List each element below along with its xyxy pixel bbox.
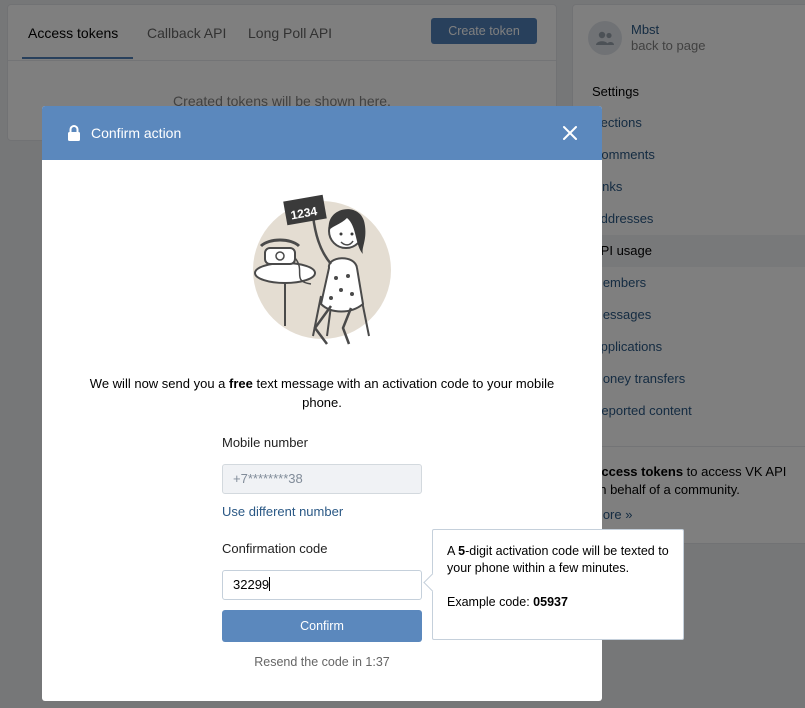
phone-lady-illustration: 1234 [253,194,391,345]
confirmation-code-value: 32299 [233,577,270,592]
tooltip-text: A 5-digit activation code will be texted… [447,543,669,577]
dialog-title: Confirm action [91,125,182,141]
confirmation-code-label: Confirmation code [222,541,328,556]
dialog-header: Confirm action [42,106,602,160]
tooltip-example: Example code: 05937 [447,594,669,611]
tooltip-prefix: A [447,544,459,558]
confirm-button[interactable]: Confirm [222,610,422,642]
example-code: 05937 [533,595,568,609]
close-icon[interactable] [562,125,578,141]
intro-after: text message with an activation code to … [252,376,555,410]
intro-free: free [229,376,253,391]
resend-countdown: Resend the code in 1:37 [254,655,390,669]
mobile-number-label: Mobile number [222,435,308,450]
example-label: Example code: [447,595,534,609]
use-different-number-link[interactable]: Use different number [222,504,343,519]
intro-text: We will now send you a free text message… [72,374,572,412]
confirmation-code-input[interactable]: 32299 [222,570,422,600]
tooltip-rest: -digit activation code will be texted to… [447,544,669,575]
code-hint-tooltip: A 5-digit activation code will be texted… [423,529,684,640]
mobile-number-field: +7********38 [222,464,422,494]
intro-before: We will now send you a [89,376,230,391]
lock-icon [68,125,80,141]
text-caret [269,577,271,591]
